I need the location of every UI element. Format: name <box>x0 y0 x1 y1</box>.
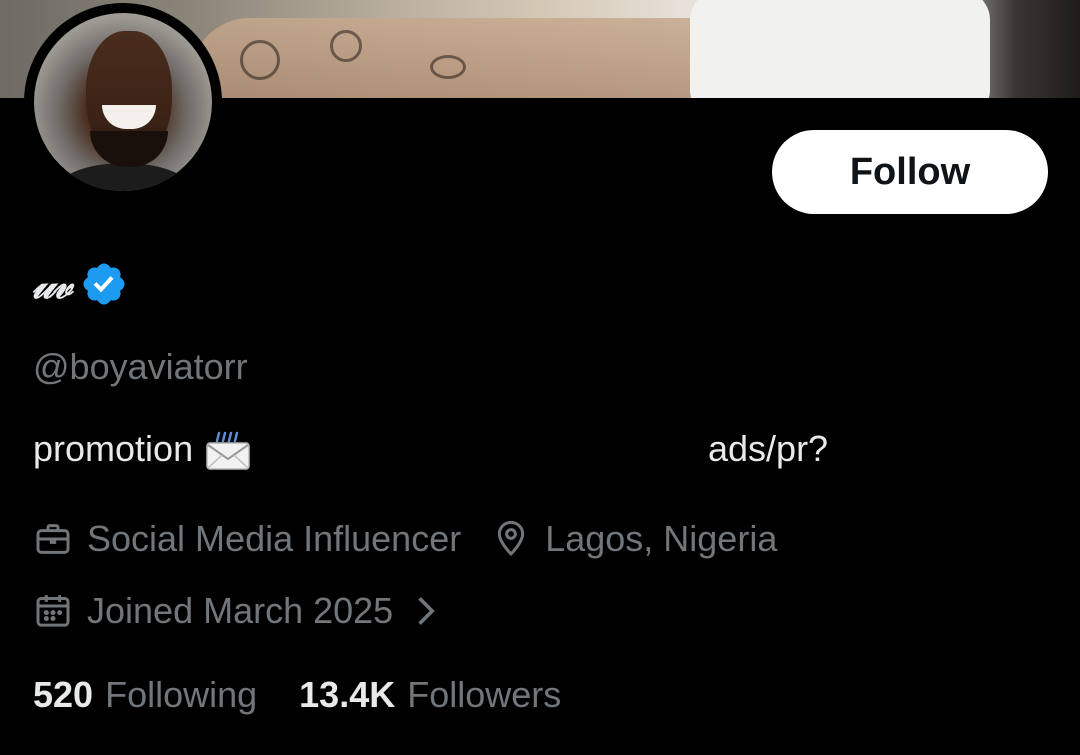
location-item: Lagos, Nigeria <box>491 518 777 560</box>
joined-text: Joined March 2025 <box>87 590 394 631</box>
location-pin-icon <box>491 519 531 559</box>
name-row: 𝓊𝓋 <box>32 256 128 312</box>
verified-badge-icon[interactable] <box>80 260 128 308</box>
location-text: Lagos, Nigeria <box>545 518 778 559</box>
bio-extra-text: ads/pr? <box>708 428 829 469</box>
following-count: 520 <box>33 674 94 715</box>
followers-count: 13.4K <box>299 674 396 715</box>
followers-link[interactable]: 13.4K Followers <box>299 674 561 716</box>
follow-stats: 520 Following 13.4K Followers <box>33 674 603 716</box>
banner-tattoo <box>330 30 362 62</box>
avatar-shoulder <box>54 163 194 191</box>
bio-line: promotion <box>33 428 251 470</box>
display-name: 𝓊𝓋 <box>32 260 72 308</box>
following-link[interactable]: 520 Following <box>33 674 257 716</box>
banner-shirt <box>690 0 990 98</box>
occupation-item: Social Media Influencer <box>33 518 461 560</box>
following-label: Following <box>105 674 258 715</box>
joined-row[interactable]: Joined March 2025 <box>33 590 439 632</box>
profile-handle: @boyaviatorr <box>33 346 248 387</box>
avatar-photo <box>34 13 212 191</box>
avatar[interactable] <box>24 3 222 201</box>
bio-text: promotion <box>33 428 194 469</box>
followers-label: Followers <box>407 674 562 715</box>
calendar-icon <box>33 591 73 631</box>
profile-bio: promotion ads/pr? <box>33 428 1033 478</box>
chevron-right-icon[interactable] <box>411 593 439 629</box>
incoming-envelope-icon <box>205 431 251 471</box>
profile-meta-row: Social Media Influencer Lagos, Nigeria <box>33 518 807 560</box>
profile-page: Follow 𝓊𝓋 @boyaviatorr promotion ads/pr? <box>0 0 1080 755</box>
occupation-text: Social Media Influencer <box>87 518 462 559</box>
banner-tattoo <box>240 40 280 80</box>
avatar-beard <box>90 131 168 167</box>
banner-tattoo <box>430 55 466 79</box>
follow-button[interactable]: Follow <box>772 130 1048 214</box>
briefcase-icon <box>33 519 73 559</box>
